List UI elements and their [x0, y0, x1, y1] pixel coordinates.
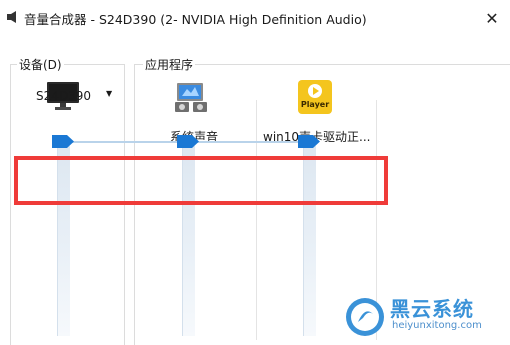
watermark-title: 黑云系统 — [390, 297, 474, 321]
volume-slider-thumb[interactable] — [52, 135, 74, 148]
watermark-logo — [346, 298, 384, 336]
watermark-url: heiyunxitong.com — [392, 320, 482, 331]
volume-slider-thumb[interactable] — [177, 135, 199, 148]
play-icon — [308, 84, 322, 98]
device-group-label[interactable]: 设备(D) — [17, 56, 64, 73]
close-icon: ✕ — [485, 8, 499, 28]
player-icon-label: Player — [300, 100, 330, 109]
title-bar: 音量合成器 - S24D390 (2- NVIDIA High Definiti… — [0, 0, 510, 37]
chevron-down-icon[interactable]: ▼ — [106, 89, 112, 98]
player-app-icon[interactable]: Player — [298, 80, 332, 114]
volume-slider-track[interactable] — [182, 146, 195, 336]
column-divider — [256, 100, 257, 340]
apps-group-label: 应用程序 — [143, 56, 196, 73]
volume-slider-track[interactable] — [303, 146, 316, 336]
window-title: 音量合成器 - S24D390 (2- NVIDIA High Definiti… — [24, 12, 367, 27]
close-button[interactable]: ✕ — [474, 0, 510, 36]
device-name[interactable]: S24D390 — [36, 89, 91, 103]
volume-slider-track[interactable] — [57, 146, 70, 336]
speaker-icon — [7, 11, 16, 23]
volume-slider-thumb[interactable] — [298, 135, 320, 148]
system-sounds-icon[interactable] — [173, 80, 211, 114]
